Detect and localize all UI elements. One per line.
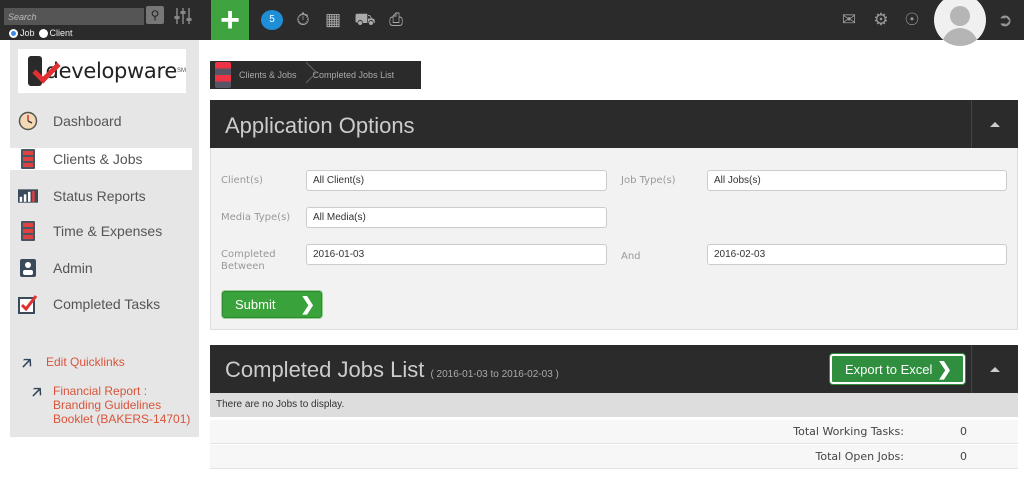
admin-icon [18,258,38,278]
checkbox-icon [18,294,38,314]
empty-jobs-message: There are no Jobs to display. [210,393,1018,417]
search-button[interactable]: ⚲ [146,6,164,24]
printer-icon[interactable]: ⎙ [385,9,407,31]
chevron-right-icon: ❯ [300,294,316,314]
quicklink-arrow-icon: 🡥 [22,355,32,372]
search-input[interactable] [4,8,144,25]
notifications-badge[interactable]: 5 [261,10,283,30]
clients-label: Client(s) [221,175,263,186]
calendar-icon[interactable]: ▦ [322,9,344,31]
completed-between-label: Completed Between [221,249,276,272]
collapse-button[interactable] [971,100,1018,148]
job-type-label: Job Type(s) [621,175,676,186]
filter-sliders-icon[interactable] [173,6,193,26]
breadcrumb-completed-jobs[interactable]: Completed Jobs List [313,70,395,80]
breadcrumb-separator [301,61,309,89]
radio-client[interactable]: Client [38,28,73,39]
cabinet-icon [215,62,231,88]
sidebar-item-time-expenses[interactable]: Time & Expenses [10,220,192,242]
sidebar-item-completed-tasks[interactable]: Completed Tasks [10,293,192,315]
submit-button[interactable]: Submit ❯ [222,291,322,318]
truck-icon[interactable]: ⛟ [354,9,376,31]
panel-title: Application Options [225,113,415,138]
application-options-body: Client(s) Job Type(s) Media Type(s) Comp… [210,148,1018,330]
top-bar: ⚲ Job Client + 5 ⏱ ▦ ⛟ ⎙ ✉ ⚙ ☉ ➲ [0,0,1024,46]
clock-icon [18,111,38,131]
logo-check-icon [28,56,42,86]
edit-quicklinks-link[interactable]: Edit Quicklinks [46,355,125,369]
avatar[interactable] [934,0,986,46]
cabinet-icon [18,149,38,169]
chat-icon[interactable]: ✉ [838,9,860,31]
search-icon: ⚲ [150,8,160,22]
completed-jobs-header: Completed Jobs List ( 2016-01-03 to 2016… [210,345,1018,393]
total-working-tasks-row: Total Working Tasks: 0 [210,420,1018,444]
chevron-right-icon: ❯ [937,358,953,379]
add-new-button[interactable]: + [211,0,249,40]
quicklink-financial-report[interactable]: Financial Report : Branding Guidelines B… [53,384,198,426]
caret-up-icon [990,366,1000,372]
bar-chart-icon [18,186,38,206]
help-lifebuoy-icon[interactable]: ☉ [901,9,923,31]
breadcrumb-clients-jobs[interactable]: Clients & Jobs [239,70,297,80]
developware-logo[interactable]: developware SM [18,49,186,93]
application-options-header: Application Options [210,100,1018,148]
media-type-field[interactable] [306,207,607,228]
stopwatch-icon[interactable]: ⏱ [292,9,314,31]
caret-up-icon [990,121,1000,127]
radio-job[interactable]: Job [9,28,35,39]
collapse-button[interactable] [971,345,1018,393]
cabinet-icon [18,221,38,241]
export-to-excel-button[interactable]: Export to Excel ❯ [830,354,965,384]
sidebar-item-status-reports[interactable]: Status Reports [10,185,192,207]
job-type-field[interactable] [707,170,1007,191]
sidebar: developware SM Dashboard Clients & Jobs S… [10,40,199,437]
and-label: And [621,251,641,262]
sidebar-item-clients-jobs[interactable]: Clients & Jobs [10,148,192,170]
from-date-field[interactable] [306,244,607,265]
quicklink-arrow-icon: 🡥 [32,384,42,401]
plus-icon: + [220,1,240,39]
search-scope-radios: Job Client [9,28,73,39]
logout-icon[interactable]: ➲ [994,9,1016,31]
to-date-field[interactable] [707,244,1007,265]
sidebar-item-dashboard[interactable]: Dashboard [10,110,192,132]
panel-title: Completed Jobs List ( 2016-01-03 to 2016… [225,357,559,382]
date-range: ( 2016-01-03 to 2016-02-03 ) [430,369,559,380]
media-type-label: Media Type(s) [221,212,291,223]
gear-icon[interactable]: ⚙ [870,9,892,31]
sidebar-item-admin[interactable]: Admin [10,257,192,279]
breadcrumb: Clients & Jobs Completed Jobs List [210,61,421,89]
clients-field[interactable] [306,170,607,191]
total-open-jobs-row: Total Open Jobs: 0 [210,445,1018,469]
